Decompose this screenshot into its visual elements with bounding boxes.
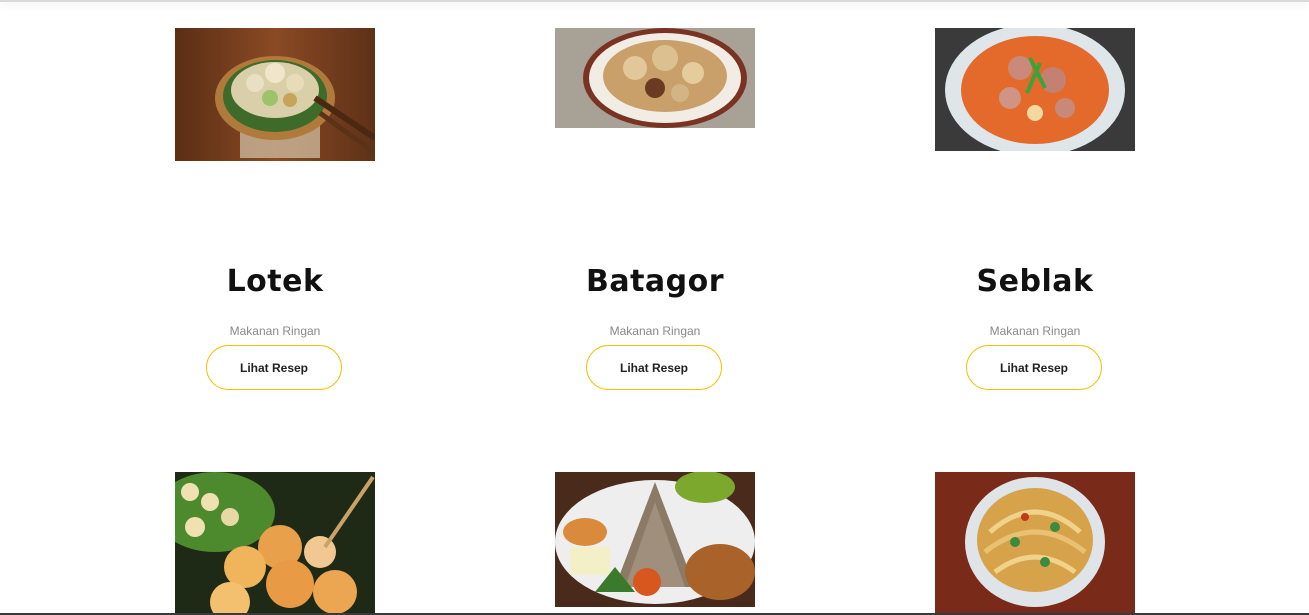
recipe-category: Makanan Ringan xyxy=(609,324,701,338)
recipe-category: Makanan Ringan xyxy=(229,324,321,338)
view-recipe-button-batagor[interactable]: Lihat Resep xyxy=(586,345,722,390)
recipe-category: Makanan Ringan xyxy=(989,324,1081,338)
recipe-card-row2-2 xyxy=(555,472,755,607)
lotek-photo[interactable] xyxy=(175,28,375,161)
header-edge xyxy=(0,0,1309,2)
recipe-card-row2-3 xyxy=(935,472,1135,615)
batagor-photo[interactable] xyxy=(555,28,755,128)
recipe-card-batagor: Batagor Makanan Ringan Lihat Resep xyxy=(555,28,755,390)
recipe-title: Batagor xyxy=(585,264,725,299)
recipe-card-seblak: Seblak Makanan Ringan Lihat Resep xyxy=(935,28,1135,390)
nasi-photo[interactable] xyxy=(555,472,755,607)
fried-balls-photo[interactable] xyxy=(175,472,375,615)
view-recipe-button-seblak[interactable]: Lihat Resep xyxy=(966,345,1102,390)
recipe-card-row2-1 xyxy=(175,472,375,615)
recipe-card-lotek: Lotek Makanan Ringan Lihat Resep xyxy=(175,28,375,390)
recipe-title: Seblak xyxy=(976,264,1094,299)
view-recipe-button-lotek[interactable]: Lihat Resep xyxy=(206,345,342,390)
seblak-photo[interactable] xyxy=(935,28,1135,151)
recipe-title: Lotek xyxy=(226,264,324,299)
noodle-photo[interactable] xyxy=(935,472,1135,615)
recipe-grid-page: Lotek Makanan Ringan Lihat Resep Batagor… xyxy=(0,0,1309,615)
